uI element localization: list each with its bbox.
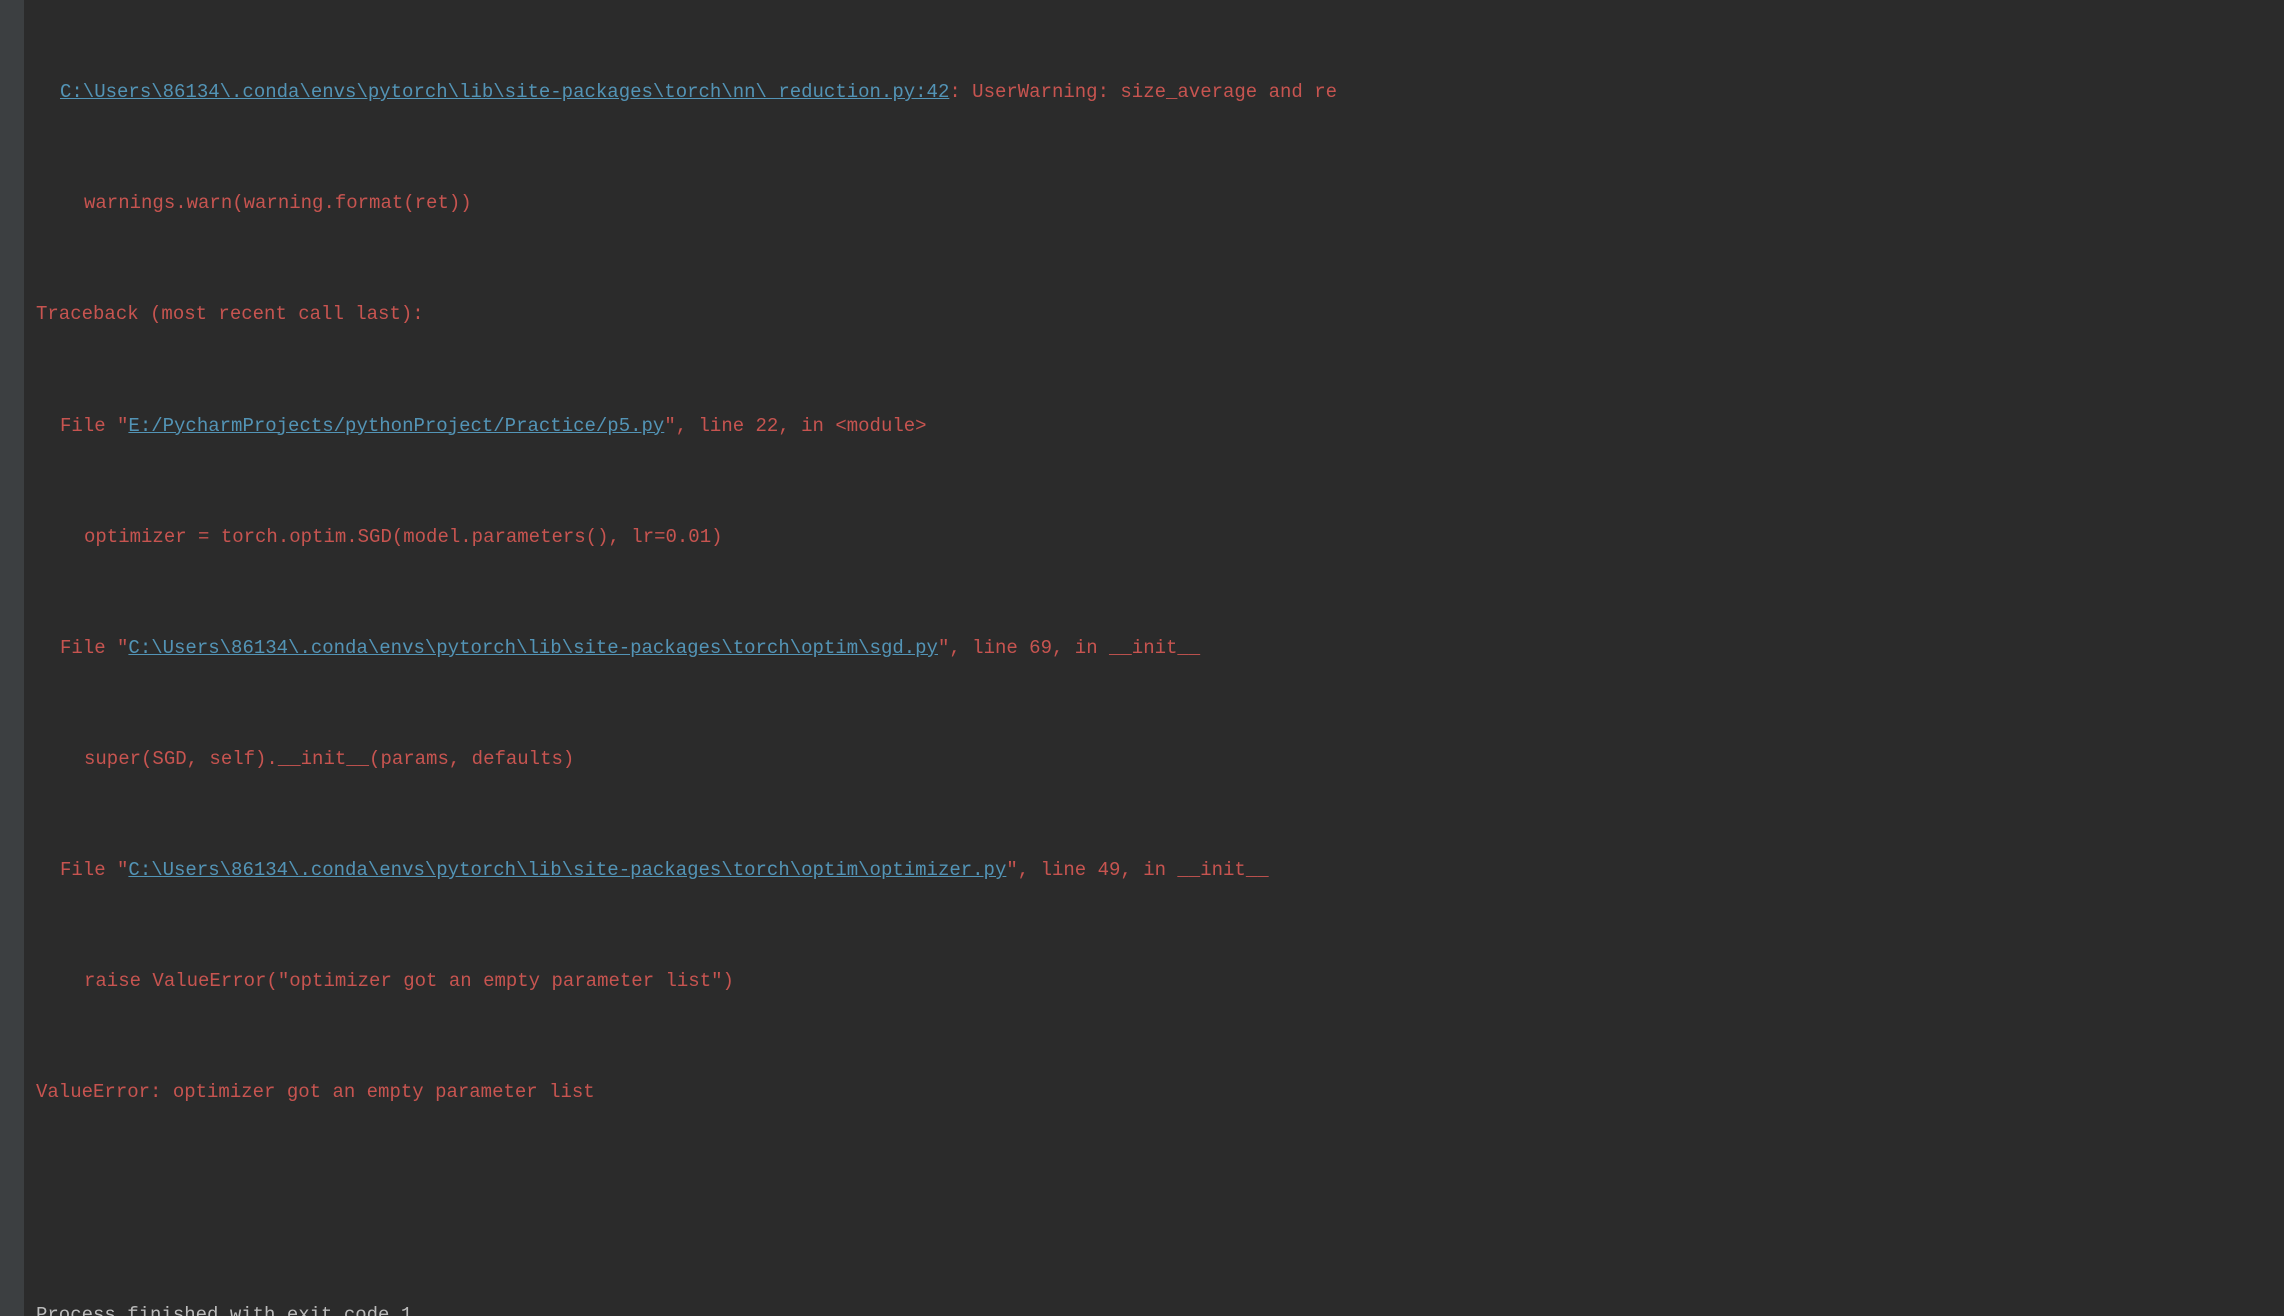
line-info: ", line 49, in __init__	[1006, 859, 1268, 881]
traceback-code: super(SGD, self).__init__(params, defaul…	[84, 748, 574, 770]
editor-gutter	[0, 0, 24, 1316]
file-prefix: File "	[60, 859, 128, 881]
traceback-code-line: optimizer = torch.optim.SGD(model.parame…	[36, 519, 2272, 556]
error-message-line: ValueError: optimizer got an empty param…	[36, 1074, 2272, 1111]
warning-code-line: warnings.warn(warning.format(ret))	[36, 185, 2272, 222]
traceback-frame: File "E:/PycharmProjects/pythonProject/P…	[36, 408, 2272, 445]
traceback-file-link[interactable]: C:\Users\86134\.conda\envs\pytorch\lib\s…	[128, 637, 938, 659]
traceback-file-link[interactable]: C:\Users\86134\.conda\envs\pytorch\lib\s…	[128, 859, 1006, 881]
line-info: ", line 69, in __init__	[938, 637, 1200, 659]
process-exit-message: Process finished with exit code 1	[36, 1304, 412, 1316]
error-message: ValueError: optimizer got an empty param…	[36, 1081, 595, 1103]
warning-message: : UserWarning: size_average and re	[949, 81, 1337, 103]
warning-line: C:\Users\86134\.conda\envs\pytorch\lib\s…	[36, 74, 2272, 111]
traceback-file-link[interactable]: E:/PycharmProjects/pythonProject/Practic…	[128, 415, 664, 437]
warning-code: warnings.warn(warning.format(ret))	[84, 192, 472, 214]
traceback-frame: File "C:\Users\86134\.conda\envs\pytorch…	[36, 630, 2272, 667]
traceback-header: Traceback (most recent call last):	[36, 303, 424, 325]
traceback-code-line: super(SGD, self).__init__(params, defaul…	[36, 741, 2272, 778]
traceback-code: raise ValueError("optimizer got an empty…	[84, 970, 734, 992]
blank-line	[36, 1186, 2272, 1223]
file-prefix: File "	[60, 637, 128, 659]
line-info: ", line 22, in <module>	[664, 415, 926, 437]
traceback-frame: File "C:\Users\86134\.conda\envs\pytorch…	[36, 852, 2272, 889]
traceback-code: optimizer = torch.optim.SGD(model.parame…	[84, 526, 723, 548]
traceback-code-line: raise ValueError("optimizer got an empty…	[36, 963, 2272, 1000]
traceback-header-line: Traceback (most recent call last):	[36, 296, 2272, 333]
process-exit-line: Process finished with exit code 1	[36, 1297, 2272, 1316]
warning-path-link[interactable]: C:\Users\86134\.conda\envs\pytorch\lib\s…	[60, 81, 949, 103]
file-prefix: File "	[60, 415, 128, 437]
console-output[interactable]: C:\Users\86134\.conda\envs\pytorch\lib\s…	[24, 0, 2284, 1316]
